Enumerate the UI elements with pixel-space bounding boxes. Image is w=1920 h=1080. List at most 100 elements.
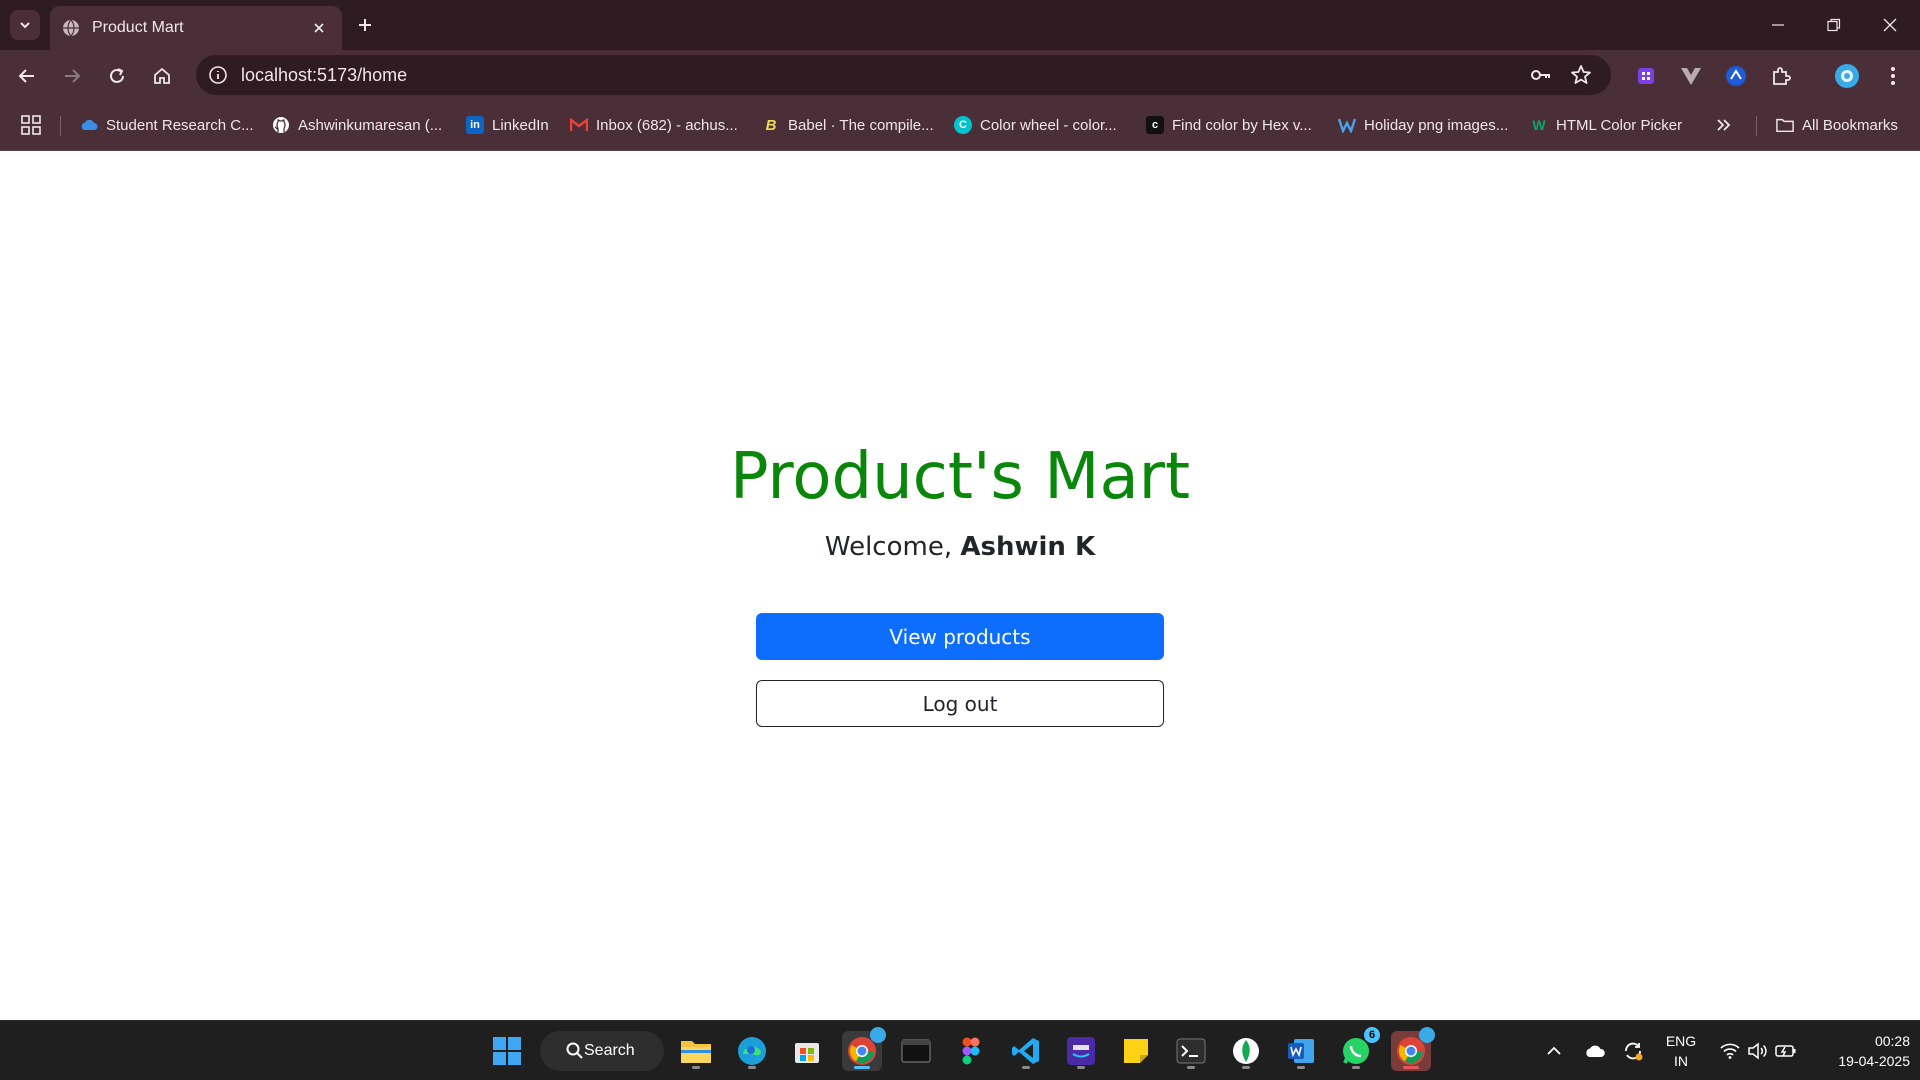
bookmark-label: Ashwinkumaresan (... xyxy=(298,116,443,134)
sync-icon[interactable] xyxy=(1618,1031,1648,1071)
view-products-button[interactable]: View products xyxy=(756,613,1164,660)
profile-badge-icon xyxy=(1419,1027,1435,1043)
bookmark-label: Student Research C... xyxy=(106,116,254,134)
vscode-icon[interactable] xyxy=(1006,1031,1046,1071)
color-hex-icon: c xyxy=(1146,116,1164,134)
bookmark-label: Babel · The compile... xyxy=(788,116,934,134)
onedrive-cloud-icon[interactable] xyxy=(1580,1031,1610,1071)
more-bookmarks-chevron-icon[interactable] xyxy=(1716,112,1732,138)
running-indicator xyxy=(1242,1066,1250,1069)
tab-product-mart[interactable]: Product Mart xyxy=(50,6,342,50)
globe-icon xyxy=(63,19,79,37)
restore-button[interactable] xyxy=(1806,0,1862,50)
show-hidden-icons-chevron-up-icon[interactable] xyxy=(1542,1031,1566,1071)
volume-icon[interactable] xyxy=(1744,1031,1772,1071)
menu-kebab-icon[interactable] xyxy=(1880,63,1906,89)
bookmark-label: Color wheel - color... xyxy=(980,116,1117,134)
wifi-icon[interactable] xyxy=(1716,1031,1744,1071)
bookmark-star-icon[interactable] xyxy=(1569,63,1593,87)
welcome-prefix: Welcome, xyxy=(824,532,961,562)
clock-time: 00:28 xyxy=(1874,1033,1910,1049)
file-explorer-icon[interactable] xyxy=(676,1031,716,1071)
language-indicator[interactable]: ENG IN xyxy=(1660,1031,1702,1071)
bookmark-item[interactable]: Ashwinkumaresan (... xyxy=(272,112,442,138)
bookmarks-bar: Student Research C... Ashwinkumaresan (.… xyxy=(0,100,1920,151)
word-icon[interactable] xyxy=(1281,1031,1321,1071)
extension-vue-icon[interactable] xyxy=(1678,63,1704,89)
home-button[interactable] xyxy=(146,60,178,92)
babel-icon: B xyxy=(765,116,777,134)
bookmark-item[interactable]: C Color wheel - color... xyxy=(954,112,1117,138)
address-bar[interactable]: localhost:5173/home xyxy=(196,55,1611,95)
minimize-button[interactable] xyxy=(1750,0,1806,50)
page-title: Product's Mart xyxy=(729,440,1191,514)
folder-icon xyxy=(1776,116,1794,134)
whatsapp-icon[interactable]: 6 xyxy=(1336,1027,1380,1071)
gmail-icon xyxy=(570,116,588,134)
running-indicator xyxy=(1352,1066,1360,1069)
new-tab-button[interactable] xyxy=(350,10,380,40)
apps-grid-icon[interactable] xyxy=(20,112,42,138)
chrome-profile-icon[interactable] xyxy=(1391,1027,1435,1071)
restore-icon xyxy=(1827,18,1841,32)
all-bookmarks-button[interactable]: All Bookmarks xyxy=(1776,112,1898,138)
bookmark-item[interactable]: in LinkedIn xyxy=(466,112,549,138)
language-code: ENG xyxy=(1665,1033,1697,1049)
profile-avatar-icon[interactable] xyxy=(1834,63,1860,89)
extension-purple-icon[interactable] xyxy=(1633,63,1659,89)
site-info-icon[interactable] xyxy=(206,63,230,87)
password-key-icon[interactable] xyxy=(1528,63,1552,87)
running-indicator xyxy=(692,1066,700,1069)
close-tab-icon[interactable] xyxy=(308,17,330,39)
extensions-puzzle-icon[interactable] xyxy=(1768,63,1794,89)
logout-button[interactable]: Log out xyxy=(756,680,1164,727)
figma-icon[interactable] xyxy=(951,1031,991,1071)
back-button[interactable] xyxy=(11,60,43,92)
bookmark-item[interactable]: Inbox (682) - achus... xyxy=(570,112,738,138)
running-indicator xyxy=(748,1066,756,1069)
pngtree-icon xyxy=(1338,116,1356,134)
amazon-music-icon[interactable] xyxy=(1061,1031,1101,1071)
running-indicator xyxy=(1022,1066,1030,1069)
region-code: IN xyxy=(1674,1053,1688,1069)
sticky-notes-icon[interactable] xyxy=(1116,1031,1156,1071)
bookmarks-separator xyxy=(1756,116,1757,136)
url-text[interactable]: localhost:5173/home xyxy=(241,65,407,86)
clock[interactable]: 00:28 19-04-2025 xyxy=(1810,1031,1910,1071)
running-indicator xyxy=(1297,1066,1305,1069)
bookmarks-separator xyxy=(60,116,61,136)
welcome-message: Welcome, Ashwin K xyxy=(0,532,1920,562)
battery-charging-icon[interactable] xyxy=(1772,1031,1800,1071)
taskbar-search[interactable]: Search xyxy=(540,1031,664,1071)
tab-title: Product Mart xyxy=(92,19,184,36)
bookmark-label: Holiday png images... xyxy=(1364,116,1509,134)
forward-button[interactable] xyxy=(56,60,88,92)
bookmark-item[interactable]: Student Research C... xyxy=(80,112,254,138)
profile-badge-icon xyxy=(870,1027,886,1043)
bookmark-label: Find color by Hex v... xyxy=(1172,116,1312,134)
running-indicator xyxy=(1403,1066,1419,1069)
chevron-down-icon xyxy=(20,22,30,29)
tab-search-button[interactable] xyxy=(10,10,40,40)
windows-start-icon[interactable] xyxy=(487,1031,527,1071)
w3schools-icon: W xyxy=(1532,117,1546,133)
reload-button[interactable] xyxy=(101,60,133,92)
browser-titlebar: Product Mart xyxy=(0,0,1920,50)
mongodb-compass-icon[interactable] xyxy=(1226,1031,1266,1071)
search-label: Search xyxy=(584,1042,635,1059)
bookmark-item[interactable]: W HTML Color Picker xyxy=(1530,112,1682,138)
terminal-window-icon[interactable] xyxy=(896,1031,936,1071)
reload-icon xyxy=(110,68,124,83)
extension-blue-icon[interactable] xyxy=(1723,63,1749,89)
bookmark-label: Inbox (682) - achus... xyxy=(596,116,738,134)
terminal-icon[interactable] xyxy=(1171,1031,1211,1071)
bookmark-item[interactable]: B Babel · The compile... xyxy=(762,112,934,138)
edge-browser-icon[interactable] xyxy=(732,1031,772,1071)
bookmark-item[interactable]: Holiday png images... xyxy=(1338,112,1508,138)
arrow-right-icon xyxy=(65,69,81,83)
running-indicator xyxy=(1187,1066,1195,1069)
bookmark-item[interactable]: c Find color by Hex v... xyxy=(1146,112,1312,138)
chrome-icon[interactable] xyxy=(842,1027,886,1071)
close-window-button[interactable] xyxy=(1862,0,1918,50)
microsoft-store-icon[interactable] xyxy=(787,1031,827,1071)
